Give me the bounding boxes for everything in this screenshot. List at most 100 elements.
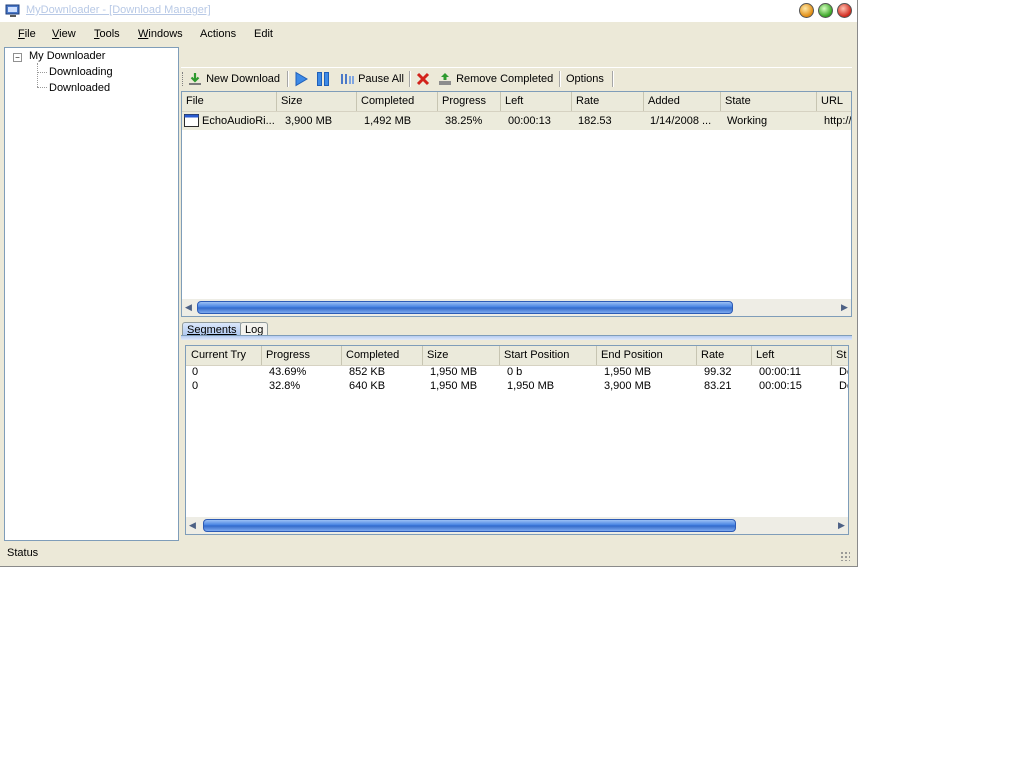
column-header-left[interactable]: Left <box>752 346 832 365</box>
options-button[interactable]: Options <box>566 70 604 88</box>
menu-file[interactable]: File <box>18 28 36 40</box>
column-header-url[interactable]: URL <box>817 92 851 111</box>
cell-completed: 640 KB <box>349 380 386 392</box>
scrollbar-thumb[interactable] <box>197 301 733 314</box>
cell-file: EchoAudioRi... <box>202 115 275 127</box>
tree-connector <box>37 72 47 73</box>
menu-file-mnemonic: F <box>18 28 25 40</box>
toolbar-separator <box>409 71 411 87</box>
red-x-icon <box>416 73 430 86</box>
scroll-right-icon[interactable]: ▶ <box>835 517 848 534</box>
app-window: MyDownloader - [Download Manager] File V… <box>0 0 858 567</box>
cell-progress: 38.25% <box>445 115 483 127</box>
main-panel: New Download Pause All Remove Completed … <box>181 47 852 541</box>
column-header-size[interactable]: Size <box>423 346 500 365</box>
cell-current-try: 0 <box>192 366 199 378</box>
close-button[interactable] <box>837 3 852 18</box>
cell-state: Do <box>839 380 848 392</box>
menu-view[interactable]: View <box>52 28 76 40</box>
tab-strip <box>181 335 852 340</box>
column-header-added[interactable]: Added <box>644 92 721 111</box>
menu-file-rest: ile <box>24 28 36 40</box>
cell-left: 00:00:15 <box>759 380 802 392</box>
tree-collapse-icon[interactable]: − <box>13 53 22 62</box>
segment-row[interactable]: 0 32.8% 640 KB 1,950 MB 1,950 MB 3,900 M… <box>186 379 848 393</box>
remove-button[interactable] <box>415 70 431 88</box>
new-download-button[interactable]: New Download <box>187 70 280 88</box>
column-header-rate[interactable]: Rate <box>697 346 752 365</box>
toolbar-separator <box>287 71 289 87</box>
column-header-size[interactable]: Size <box>277 92 357 111</box>
cell-completed: 1,492 MB <box>364 115 412 127</box>
cell-left: 00:00:11 <box>759 366 802 378</box>
menu-edit[interactable]: Edit <box>254 28 273 40</box>
column-header-state[interactable]: State <box>721 92 817 111</box>
cell-url: http:// <box>824 115 852 127</box>
segment-row[interactable]: 0 43.69% 852 KB 1,950 MB 0 b 1,950 MB 99… <box>186 365 848 379</box>
resize-grip-icon[interactable] <box>840 551 850 561</box>
cell-state: Working <box>727 115 768 127</box>
title-bar[interactable]: MyDownloader - [Download Manager] <box>0 0 857 22</box>
status-bar: Status <box>0 543 856 565</box>
cell-end-position: 3,900 MB <box>604 380 652 392</box>
cell-added: 1/14/2008 ... <box>650 115 712 127</box>
column-header-left[interactable]: Left <box>501 92 572 111</box>
scroll-left-icon[interactable]: ◀ <box>182 299 195 316</box>
cell-size: 3,900 MB <box>285 115 333 127</box>
play-icon <box>295 71 308 87</box>
tree-node-downloaded[interactable]: Downloaded <box>49 82 110 94</box>
tree-node-downloading[interactable]: Downloading <box>49 66 113 78</box>
column-header-file[interactable]: File <box>182 92 277 111</box>
pause-button[interactable] <box>315 70 331 88</box>
toolbar-separator <box>612 71 614 87</box>
column-header-current-try[interactable]: Current Try <box>186 346 262 365</box>
download-row[interactable]: EchoAudioRi... 3,900 MB 1,492 MB 38.25% … <box>182 112 852 130</box>
pause-icon <box>317 72 329 87</box>
menu-windows[interactable]: Windows <box>138 28 183 40</box>
segments-horizontal-scrollbar[interactable]: ◀ ▶ <box>186 517 848 534</box>
column-header-start-position[interactable]: Start Position <box>500 346 597 365</box>
maximize-button[interactable] <box>818 3 833 18</box>
column-header-progress[interactable]: Progress <box>438 92 501 111</box>
cell-progress: 32.8% <box>269 380 301 392</box>
app-icon <box>5 4 20 17</box>
column-header-progress[interactable]: Progress <box>262 346 342 365</box>
start-button[interactable] <box>293 70 309 88</box>
cell-completed: 852 KB <box>349 366 386 378</box>
tree-node-my-downloader[interactable]: My Downloader <box>29 50 105 62</box>
toolbar: New Download Pause All Remove Completed … <box>181 67 852 90</box>
menu-actions[interactable]: Actions <box>200 28 236 40</box>
segments-list: Current Try Progress Completed Size Star… <box>185 345 849 535</box>
downloads-list: File Size Completed Progress Left Rate A… <box>181 91 852 317</box>
cell-left: 00:00:13 <box>508 115 551 127</box>
menu-tools[interactable]: Tools <box>94 28 120 40</box>
recycle-icon <box>439 73 451 86</box>
pause-all-label: Pause All <box>358 73 404 85</box>
column-header-rate[interactable]: Rate <box>572 92 644 111</box>
pause-all-icon <box>341 74 354 85</box>
column-header-end-position[interactable]: End Position <box>597 346 697 365</box>
tree-connector <box>37 63 38 87</box>
scroll-left-icon[interactable]: ◀ <box>186 517 199 534</box>
new-download-label: New Download <box>206 73 281 85</box>
tree-connector <box>37 87 47 88</box>
cell-size: 1,950 MB <box>430 366 478 378</box>
cell-state: Do <box>839 366 848 378</box>
scroll-right-icon[interactable]: ▶ <box>838 299 851 316</box>
downloads-horizontal-scrollbar[interactable]: ◀ ▶ <box>182 299 851 316</box>
column-header-completed[interactable]: Completed <box>342 346 423 365</box>
minimize-button[interactable] <box>799 3 814 18</box>
cell-rate: 182.53 <box>578 115 612 127</box>
column-header-state[interactable]: St <box>832 346 848 365</box>
remove-completed-button[interactable]: Remove Completed <box>437 70 553 88</box>
scrollbar-thumb[interactable] <box>203 519 736 532</box>
toolbar-separator <box>559 71 561 87</box>
cell-progress: 43.69% <box>269 366 307 378</box>
cell-end-position: 1,950 MB <box>604 366 652 378</box>
column-header-completed[interactable]: Completed <box>357 92 438 111</box>
toolbar-grip[interactable] <box>182 72 185 86</box>
status-text: Status <box>7 547 39 559</box>
pause-all-button[interactable]: Pause All <box>339 70 404 88</box>
download-arrow-icon <box>189 73 201 86</box>
file-icon <box>184 114 199 127</box>
